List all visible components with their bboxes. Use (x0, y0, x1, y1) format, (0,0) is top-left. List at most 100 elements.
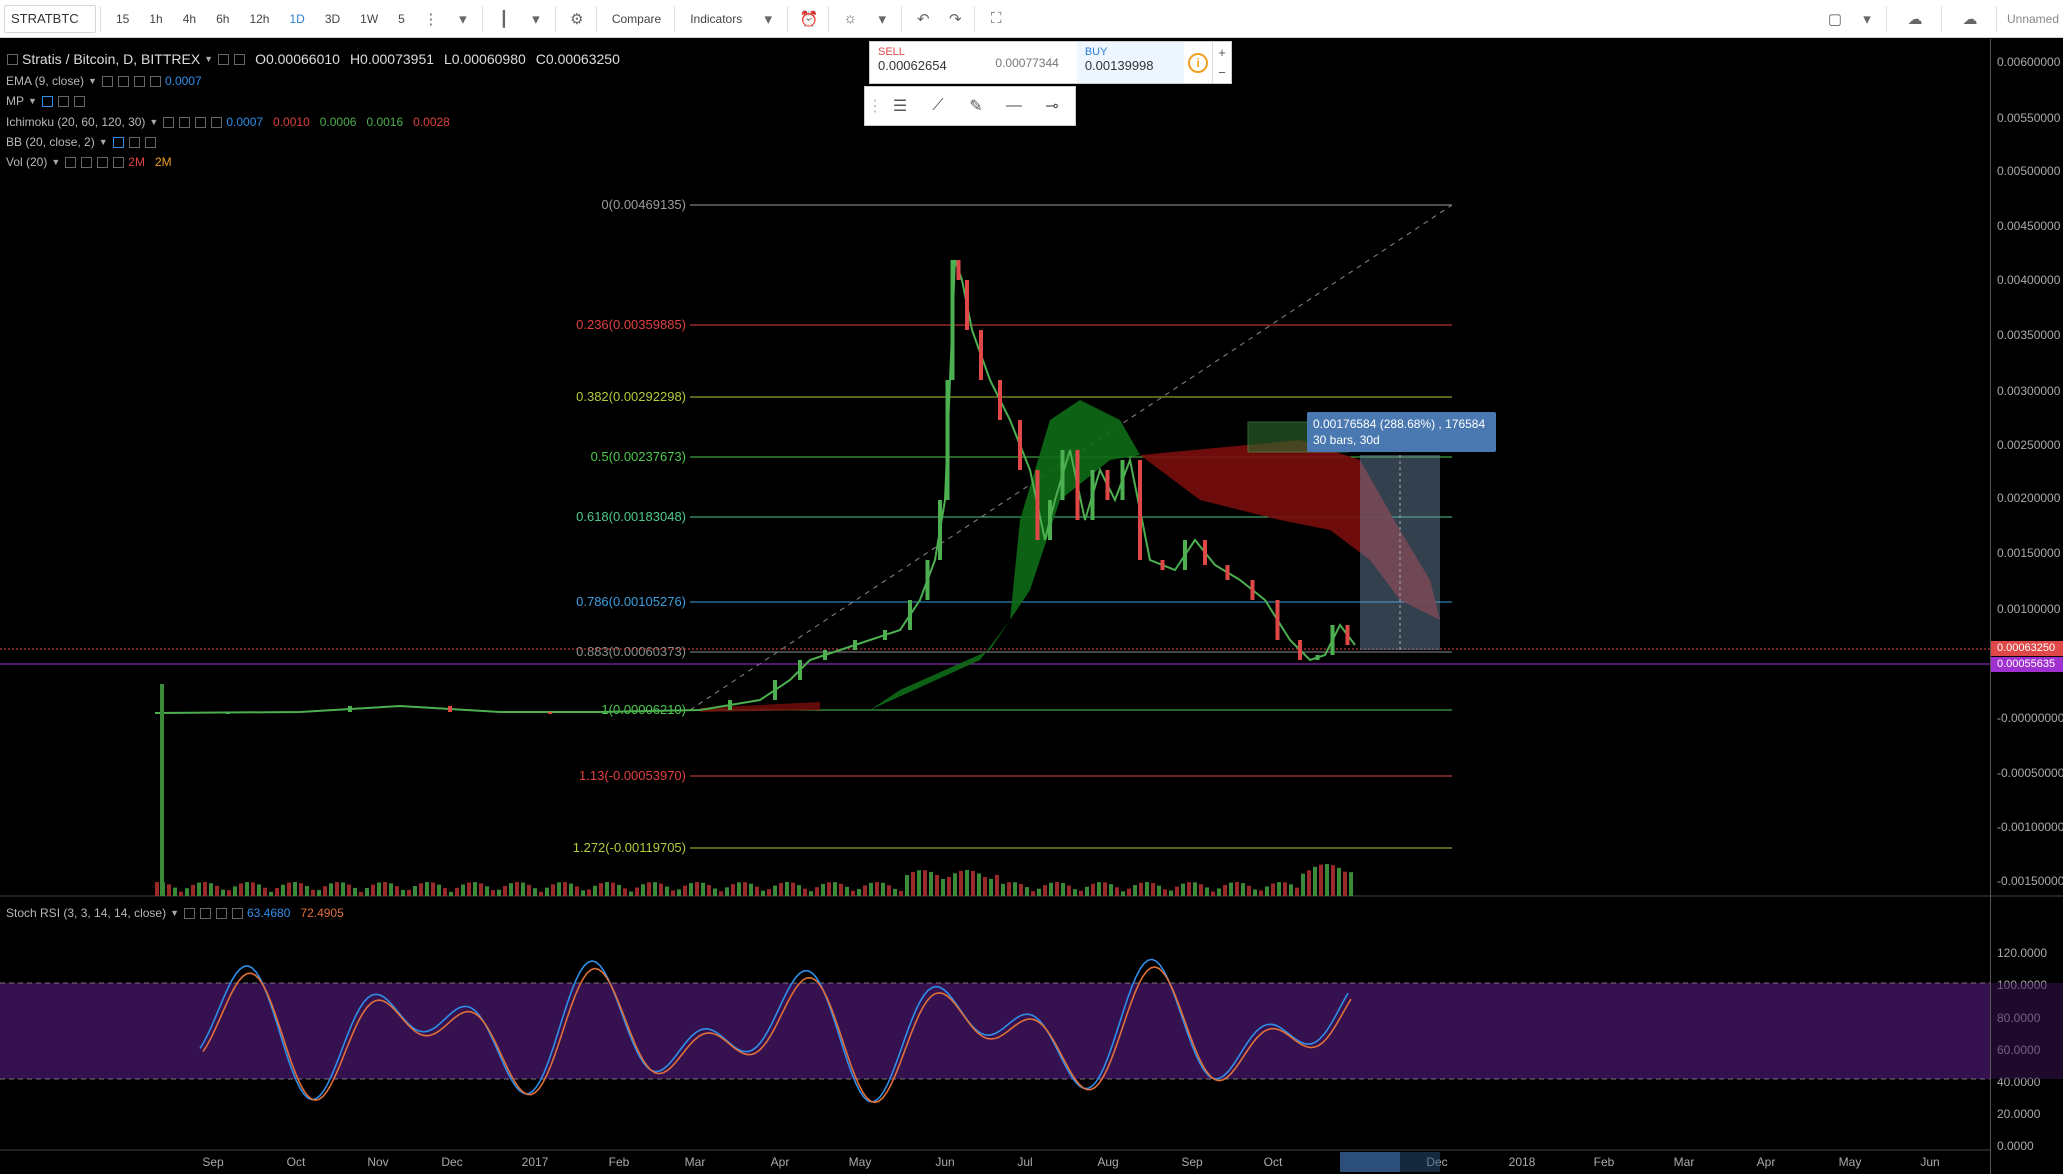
line-style-icon[interactable]: ☰ (881, 88, 919, 124)
close-icon[interactable] (113, 156, 125, 168)
settings-icon[interactable] (81, 156, 93, 168)
chevron-down-icon[interactable]: ▼ (28, 96, 37, 106)
settings-icon[interactable] (57, 95, 69, 107)
collapse-icon[interactable] (7, 53, 18, 65)
layout-name[interactable]: Unnamed (2003, 5, 2063, 33)
line-width-icon[interactable]: — (995, 88, 1033, 124)
more-intervals-icon[interactable]: ⋮ (416, 5, 446, 33)
cloud-icon[interactable]: ☁ (1893, 5, 1937, 33)
compare-button[interactable]: Compare (603, 5, 670, 33)
eye-icon[interactable] (112, 136, 124, 148)
sell-button[interactable]: SELL 0.00062654 (870, 42, 978, 83)
chevron-down-icon[interactable]: ▼ (99, 137, 108, 147)
interval-15[interactable]: 15 (107, 5, 138, 33)
eye-icon[interactable] (218, 53, 230, 65)
settings-icon[interactable] (128, 136, 140, 148)
eye-icon[interactable] (101, 75, 113, 87)
volume-bar (935, 875, 939, 896)
ema-value: 0.0007 (164, 74, 202, 88)
volume-bar (239, 883, 243, 896)
interval-3d[interactable]: 3D (316, 5, 349, 33)
plus-button[interactable]: + (1213, 42, 1231, 63)
stoch-rsi-legend[interactable]: Stoch RSI (3, 3, 14, 14, close) ▼ 63.468… (6, 906, 344, 920)
minus-button[interactable]: − (1213, 63, 1231, 84)
chart-canvas[interactable]: 0(0.00469135) 0.236(0.00359885) 0.382(0.00… (0, 39, 1990, 1174)
interval-12h[interactable]: 12h (240, 5, 278, 33)
redo-icon[interactable]: ↷ (940, 5, 970, 33)
interval-6h[interactable]: 6h (207, 5, 238, 33)
settings-icon[interactable] (179, 116, 191, 128)
ichimoku-legend[interactable]: Ichimoku (20, 60, 120, 30) ▼ 0.0007 0.00… (6, 115, 450, 129)
eye-icon[interactable] (65, 156, 77, 168)
interval-1h[interactable]: 1h (140, 5, 171, 33)
close-icon[interactable] (73, 95, 85, 107)
plus-icon[interactable] (216, 907, 227, 919)
chevron-down-icon[interactable]: ▾ (448, 5, 478, 33)
plus-icon[interactable] (195, 116, 207, 128)
measure-tooltip: 0.00176584 (288.68%) , 176584 30 bars, 3… (1307, 412, 1496, 452)
volume-bar (389, 883, 393, 896)
cloud-upload-icon[interactable]: ☁ (1948, 5, 1992, 33)
eye-icon[interactable] (41, 95, 53, 107)
layout-icon[interactable]: ▢ (1820, 5, 1850, 33)
gear-icon[interactable]: ⚙ (562, 5, 592, 33)
volume-bar (1055, 882, 1059, 896)
close-icon[interactable] (144, 136, 156, 148)
fullscreen-icon[interactable]: ⛶ (981, 5, 1011, 33)
close-icon[interactable] (232, 907, 243, 919)
chevron-down-icon[interactable]: ▾ (521, 5, 551, 33)
alarm-clock-icon[interactable]: ⏰ (794, 5, 824, 33)
chevron-down-icon[interactable]: ▼ (88, 76, 97, 86)
stoch-k-value: 63.4680 (247, 906, 291, 920)
candlestick-icon[interactable]: ┃ (489, 5, 519, 33)
chevron-down-icon[interactable]: ▾ (753, 5, 783, 33)
info-button[interactable]: i (1184, 42, 1212, 83)
eye-icon[interactable] (184, 907, 195, 919)
price-candle (938, 500, 942, 560)
chevron-down-icon[interactable]: ▾ (1852, 5, 1882, 33)
mp-legend[interactable]: MP ▼ (6, 94, 85, 108)
chevron-down-icon[interactable]: ▼ (204, 54, 213, 64)
settings-icon[interactable] (117, 75, 129, 87)
chevron-down-icon[interactable]: ▼ (149, 117, 158, 127)
plus-icon[interactable] (133, 75, 145, 87)
price-candle (956, 260, 961, 280)
chevron-down-icon[interactable]: ▾ (867, 5, 897, 33)
price-candle (1330, 625, 1335, 655)
symbol-input[interactable]: STRATBTC (4, 4, 96, 33)
interval-1w[interactable]: 1W (351, 5, 387, 33)
interval-1d[interactable]: 1D (280, 5, 313, 33)
undo-icon[interactable]: ↶ (908, 5, 938, 33)
toolbar-divider (1941, 6, 1942, 32)
volume-bar (335, 882, 339, 896)
plus-icon[interactable] (97, 156, 109, 168)
bb-label: BB (20, close, 2) (6, 135, 95, 149)
bb-legend[interactable]: BB (20, close, 2) ▼ (6, 135, 156, 149)
volume-bar (725, 887, 729, 896)
close-icon[interactable] (149, 75, 161, 87)
lightbulb-icon[interactable]: ☼ (835, 5, 865, 33)
indicators-button[interactable]: Indicators (681, 5, 751, 33)
line-end-icon[interactable]: ⊸ (1033, 88, 1071, 124)
settings-icon[interactable] (234, 53, 246, 65)
mp-label: MP (6, 94, 24, 108)
vol-label: Vol (20) (6, 155, 48, 169)
brush-icon[interactable]: ✎ (957, 88, 995, 124)
ema-legend[interactable]: EMA (9, close) ▼ 0.0007 (6, 74, 202, 88)
trend-line-icon[interactable]: ⟋ (919, 88, 957, 124)
chevron-down-icon[interactable]: ▼ (170, 908, 179, 918)
drag-handle-icon[interactable]: ⋮ (867, 88, 883, 124)
interval-5[interactable]: 5 (389, 5, 414, 33)
eye-icon[interactable] (163, 116, 175, 128)
chevron-down-icon[interactable]: ▼ (51, 157, 60, 167)
price-axis[interactable]: 0.00600000 0.00550000 0.00500000 0.00450000… (1990, 39, 2063, 1174)
close-icon[interactable] (211, 116, 223, 128)
buy-button[interactable]: BUY 0.00139998 (1076, 42, 1185, 83)
price-candle (448, 706, 452, 712)
price-candle (773, 680, 777, 700)
interval-4h[interactable]: 4h (174, 5, 205, 33)
volume-bar (287, 882, 291, 896)
vol-legend[interactable]: Vol (20) ▼ 2M 2M (6, 155, 172, 169)
price-candle (979, 330, 983, 380)
settings-icon[interactable] (200, 907, 211, 919)
